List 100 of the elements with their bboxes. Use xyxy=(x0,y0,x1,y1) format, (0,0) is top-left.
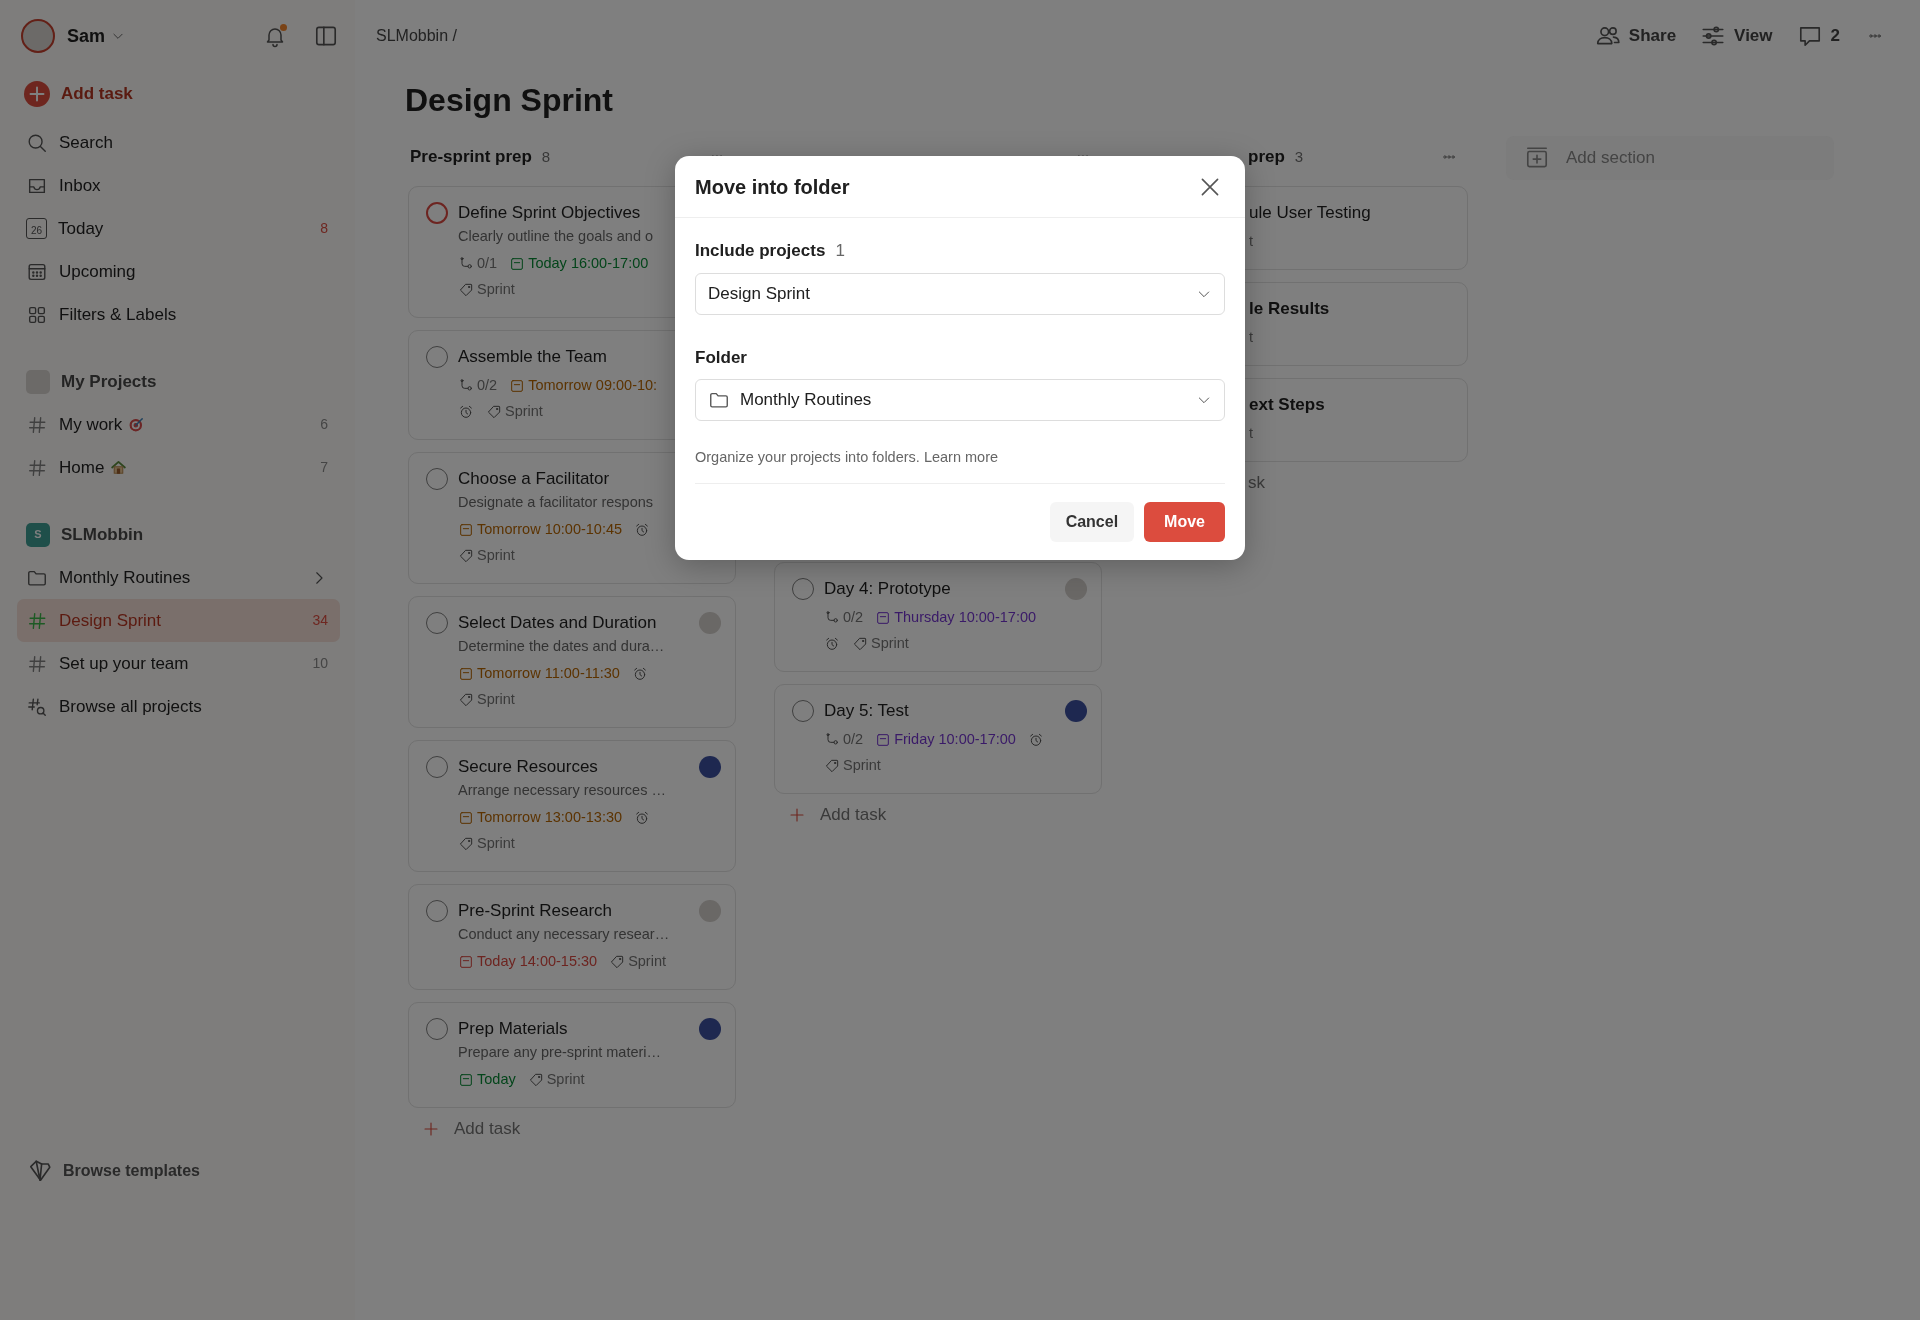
hint-text: Organize your projects into folders. Learn more xyxy=(695,447,1225,484)
tag-icon xyxy=(458,548,474,564)
task-description: Clearly outline the goals and o xyxy=(458,227,655,246)
calendar-icon xyxy=(875,732,892,748)
tag-icon xyxy=(458,836,474,852)
subtask-count: 0/1 xyxy=(477,254,498,274)
task-title: Define Sprint Objectives xyxy=(458,202,642,224)
move-button[interactable]: Move xyxy=(1144,501,1225,542)
learn-more-link[interactable]: Learn more xyxy=(923,449,999,465)
add-task-button[interactable]: Add task xyxy=(17,72,340,115)
label-tag[interactable]: Sprint xyxy=(871,633,909,655)
label-tag[interactable]: Sprint xyxy=(546,1069,585,1091)
due-date[interactable]: Tomorrow 10:00-10:45 xyxy=(477,519,623,541)
share-button[interactable]: Share xyxy=(1582,23,1689,49)
subtask-icon xyxy=(824,732,840,748)
subtask-count: 0/2 xyxy=(843,608,864,628)
plus-circle-icon xyxy=(24,80,50,107)
sidebar-item[interactable]: Filters & Labels xyxy=(17,293,340,336)
comments-button[interactable]: 2 xyxy=(1784,23,1852,49)
template-icon xyxy=(27,1158,53,1184)
target-icon xyxy=(128,416,146,433)
due-date[interactable]: Today 14:00-15:30 xyxy=(477,951,598,973)
tag-icon xyxy=(458,692,474,708)
alarm-clock-icon xyxy=(634,810,651,826)
task-card[interactable]: Secure Resources Arrange necessary resources … Tomorrow 13:00-13:30 Sprint xyxy=(408,740,736,872)
due-date[interactable]: Thursday 10:00-17:00 xyxy=(894,607,1037,629)
task-card[interactable]: Prep Materials Prepare any pre-sprint materi… Today Sprint xyxy=(408,1002,736,1108)
sidebar-item[interactable]: My work 6 xyxy=(17,403,340,446)
section-title[interactable]: My Projects xyxy=(61,368,157,395)
due-date[interactable]: Today xyxy=(477,1069,516,1091)
sidebar-item[interactable]: Home 7 xyxy=(17,446,340,489)
due-date[interactable]: Friday 10:00-17:00 xyxy=(894,729,1016,751)
alarm-clock-icon xyxy=(824,636,840,652)
section-title[interactable]: SLMobbin xyxy=(61,521,144,548)
browse-templates-link[interactable]: Browse templates xyxy=(0,1158,355,1184)
sidebar-item[interactable]: 26 Today 8 xyxy=(17,207,340,250)
sidebar-item[interactable]: Design Sprint 34 xyxy=(17,599,340,642)
task-card[interactable]: Select Dates and Duration Determine the dates and dura… Tomorrow 11:00-11:30 Sprint xyxy=(408,596,736,728)
sidebar-item[interactable]: Search xyxy=(17,121,340,164)
alarm-clock-icon xyxy=(631,666,648,682)
task-title: Select Dates and Duration xyxy=(458,612,658,634)
subtask-icon xyxy=(458,256,474,272)
sidebar-item[interactable]: Upcoming xyxy=(17,250,340,293)
add-section-button[interactable]: Add section xyxy=(1506,136,1834,180)
alarm-clock-icon xyxy=(458,404,474,420)
item-count: 6 xyxy=(320,415,328,434)
label-tag[interactable]: Sprint xyxy=(477,689,515,711)
task-description: Arrange necessary resources … xyxy=(458,781,667,800)
page-title: Design Sprint xyxy=(405,81,614,120)
calendar-icon xyxy=(875,610,892,626)
tag-icon xyxy=(527,1072,544,1088)
task-count: 8 xyxy=(541,146,551,167)
project-select[interactable]: Design Sprint xyxy=(695,272,1225,315)
due-date[interactable]: Tomorrow 13:00-13:30 xyxy=(477,807,623,829)
label-tag[interactable]: Sprint xyxy=(628,951,666,973)
calendar-icon xyxy=(458,522,474,538)
due-date[interactable]: Tomorrow 11:00-11:30 xyxy=(477,663,620,685)
task-description: Determine the dates and dura… xyxy=(458,637,666,656)
task-title: Pre-Sprint Research xyxy=(458,900,613,922)
add-task-button[interactable]: Add task xyxy=(774,794,887,828)
due-date[interactable]: Today 16:00-17:00 xyxy=(528,253,649,275)
task-title: Secure Resources xyxy=(458,756,599,778)
due-date[interactable]: Tomorrow 09:00-10: xyxy=(528,375,658,397)
sidebar-item[interactable]: Monthly Routines xyxy=(17,556,340,599)
alarm-clock-icon xyxy=(634,522,651,538)
item-count: 10 xyxy=(312,654,328,673)
subtask-icon xyxy=(458,378,474,394)
task-checkbox[interactable] xyxy=(426,202,448,224)
cancel-button[interactable]: Cancel xyxy=(1049,501,1135,542)
calendar-icon xyxy=(458,810,474,826)
label-tag: t xyxy=(1249,327,1254,349)
sidebar-item[interactable]: Set up your team 10 xyxy=(17,642,340,685)
sidebar-item[interactable]: Inbox xyxy=(17,164,340,207)
label-tag[interactable]: Sprint xyxy=(843,755,881,777)
label-tag[interactable]: Sprint xyxy=(505,401,543,423)
house-icon xyxy=(110,459,128,476)
item-count: 8 xyxy=(320,219,328,238)
task-card[interactable]: Day 5: Test 0/2 Friday 10:00-17:00 Sprint xyxy=(774,684,1102,794)
task-title: ext Steps xyxy=(1249,394,1326,416)
task-card[interactable]: Pre-Sprint Research Conduct any necessary resear… Today 14:00-15:30 Sprint xyxy=(408,884,736,990)
label-tag[interactable]: Sprint xyxy=(477,545,515,567)
add-task-button[interactable]: Add task xyxy=(408,1108,521,1142)
label-tag: t xyxy=(1249,423,1254,445)
task-title: Day 5: Test xyxy=(824,700,910,722)
label-tag[interactable]: Sprint xyxy=(477,833,515,855)
sidebar-item[interactable]: Browse all projects xyxy=(17,685,340,728)
task-card[interactable]: Day 4: Prototype 0/2 Thursday 10:00-17:00 Sprint xyxy=(774,562,1102,672)
label-tag[interactable]: Sprint xyxy=(477,279,515,301)
subtask-count: 0/2 xyxy=(843,730,864,750)
tag-icon xyxy=(486,404,502,420)
tag-icon xyxy=(824,758,840,774)
user-name[interactable]: Sam xyxy=(67,22,106,50)
section-title: Pre-sprint prep xyxy=(410,146,532,169)
calendar-icon xyxy=(458,666,474,682)
user-avatar[interactable] xyxy=(21,19,55,53)
breadcrumb[interactable]: SLMobbin / xyxy=(376,24,457,48)
view-button[interactable]: View xyxy=(1688,23,1785,49)
task-description: Designate a facilitator respons xyxy=(458,493,655,512)
calendar-icon xyxy=(458,954,474,970)
folder-select[interactable]: Monthly Routines xyxy=(695,379,1225,421)
